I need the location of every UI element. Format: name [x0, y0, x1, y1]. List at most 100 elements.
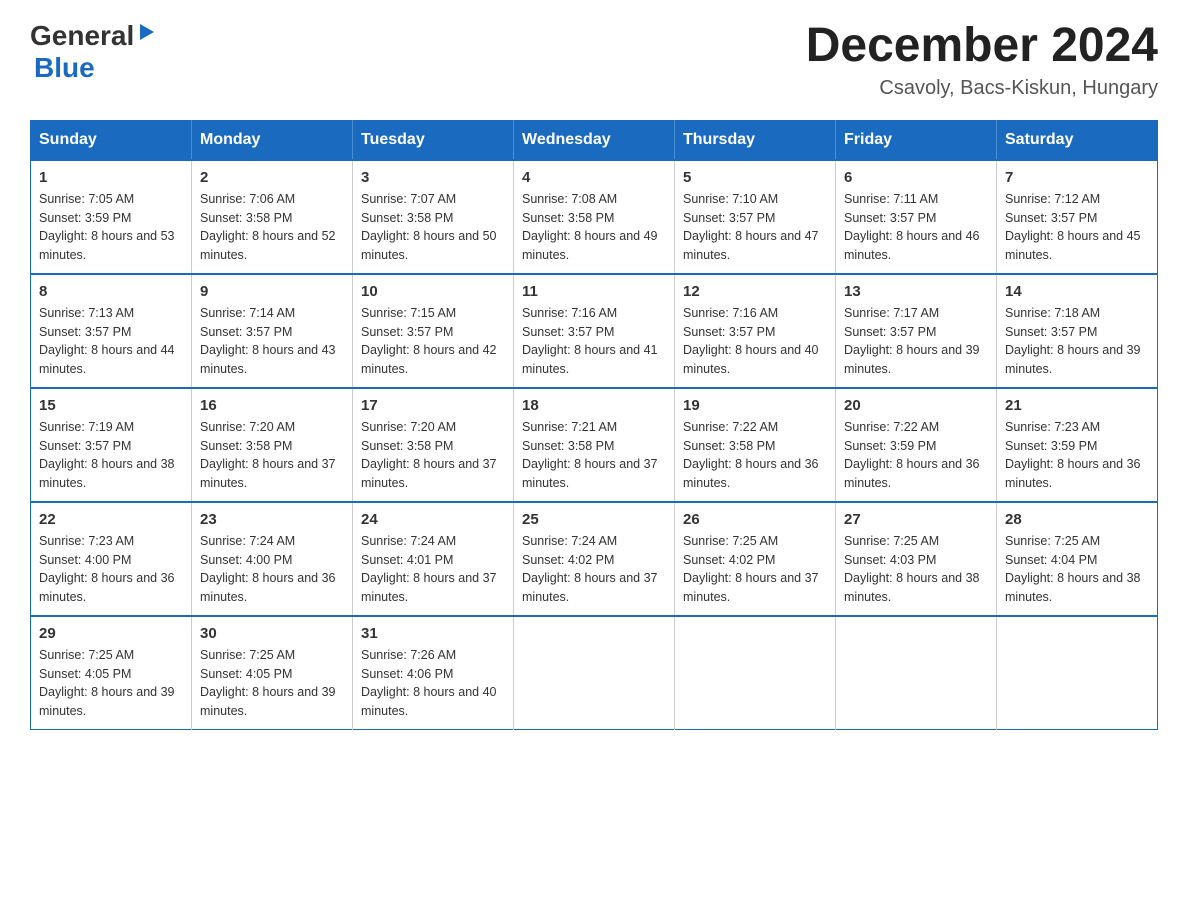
day-info: Sunrise: 7:18 AMSunset: 3:57 PMDaylight:…: [1005, 306, 1141, 376]
day-info: Sunrise: 7:11 AMSunset: 3:57 PMDaylight:…: [844, 192, 980, 262]
calendar-cell: 17 Sunrise: 7:20 AMSunset: 3:58 PMDaylig…: [353, 388, 514, 502]
day-number: 28: [1005, 511, 1149, 528]
day-number: 21: [1005, 397, 1149, 414]
day-number: 14: [1005, 283, 1149, 300]
logo-general: General: [30, 20, 134, 52]
day-info: Sunrise: 7:13 AMSunset: 3:57 PMDaylight:…: [39, 306, 175, 376]
day-info: Sunrise: 7:12 AMSunset: 3:57 PMDaylight:…: [1005, 192, 1141, 262]
calendar-cell: 23 Sunrise: 7:24 AMSunset: 4:00 PMDaylig…: [192, 502, 353, 616]
day-number: 1: [39, 169, 183, 186]
logo-icon: [136, 22, 158, 44]
day-info: Sunrise: 7:10 AMSunset: 3:57 PMDaylight:…: [683, 192, 819, 262]
calendar-cell: 3 Sunrise: 7:07 AMSunset: 3:58 PMDayligh…: [353, 160, 514, 274]
calendar-cell: 30 Sunrise: 7:25 AMSunset: 4:05 PMDaylig…: [192, 616, 353, 730]
calendar-body: 1 Sunrise: 7:05 AMSunset: 3:59 PMDayligh…: [31, 160, 1158, 730]
day-number: 5: [683, 169, 827, 186]
calendar-cell: 28 Sunrise: 7:25 AMSunset: 4:04 PMDaylig…: [997, 502, 1158, 616]
day-info: Sunrise: 7:23 AMSunset: 4:00 PMDaylight:…: [39, 534, 175, 604]
day-info: Sunrise: 7:14 AMSunset: 3:57 PMDaylight:…: [200, 306, 336, 376]
day-info: Sunrise: 7:20 AMSunset: 3:58 PMDaylight:…: [361, 420, 497, 490]
calendar-week-3: 15 Sunrise: 7:19 AMSunset: 3:57 PMDaylig…: [31, 388, 1158, 502]
day-header-wednesday: Wednesday: [514, 120, 675, 160]
day-info: Sunrise: 7:25 AMSunset: 4:03 PMDaylight:…: [844, 534, 980, 604]
calendar-cell: 22 Sunrise: 7:23 AMSunset: 4:00 PMDaylig…: [31, 502, 192, 616]
calendar-cell: 25 Sunrise: 7:24 AMSunset: 4:02 PMDaylig…: [514, 502, 675, 616]
day-info: Sunrise: 7:16 AMSunset: 3:57 PMDaylight:…: [683, 306, 819, 376]
day-number: 20: [844, 397, 988, 414]
day-number: 23: [200, 511, 344, 528]
calendar-cell: 21 Sunrise: 7:23 AMSunset: 3:59 PMDaylig…: [997, 388, 1158, 502]
day-header-tuesday: Tuesday: [353, 120, 514, 160]
calendar-cell: 2 Sunrise: 7:06 AMSunset: 3:58 PMDayligh…: [192, 160, 353, 274]
day-number: 22: [39, 511, 183, 528]
calendar-week-5: 29 Sunrise: 7:25 AMSunset: 4:05 PMDaylig…: [31, 616, 1158, 730]
day-info: Sunrise: 7:22 AMSunset: 3:58 PMDaylight:…: [683, 420, 819, 490]
day-info: Sunrise: 7:24 AMSunset: 4:00 PMDaylight:…: [200, 534, 336, 604]
calendar-cell: [675, 616, 836, 730]
month-title: December 2024: [806, 20, 1158, 73]
day-number: 17: [361, 397, 505, 414]
day-number: 15: [39, 397, 183, 414]
logo-blue: Blue: [34, 52, 95, 84]
calendar-cell: 15 Sunrise: 7:19 AMSunset: 3:57 PMDaylig…: [31, 388, 192, 502]
day-info: Sunrise: 7:22 AMSunset: 3:59 PMDaylight:…: [844, 420, 980, 490]
day-number: 26: [683, 511, 827, 528]
calendar-cell: 14 Sunrise: 7:18 AMSunset: 3:57 PMDaylig…: [997, 274, 1158, 388]
day-number: 12: [683, 283, 827, 300]
calendar-cell: 12 Sunrise: 7:16 AMSunset: 3:57 PMDaylig…: [675, 274, 836, 388]
calendar-cell: 10 Sunrise: 7:15 AMSunset: 3:57 PMDaylig…: [353, 274, 514, 388]
day-info: Sunrise: 7:16 AMSunset: 3:57 PMDaylight:…: [522, 306, 658, 376]
day-info: Sunrise: 7:25 AMSunset: 4:05 PMDaylight:…: [39, 648, 175, 718]
calendar-week-4: 22 Sunrise: 7:23 AMSunset: 4:00 PMDaylig…: [31, 502, 1158, 616]
day-header-sunday: Sunday: [31, 120, 192, 160]
day-number: 7: [1005, 169, 1149, 186]
calendar-cell: 20 Sunrise: 7:22 AMSunset: 3:59 PMDaylig…: [836, 388, 997, 502]
day-header-thursday: Thursday: [675, 120, 836, 160]
day-number: 8: [39, 283, 183, 300]
day-info: Sunrise: 7:24 AMSunset: 4:01 PMDaylight:…: [361, 534, 497, 604]
day-number: 18: [522, 397, 666, 414]
calendar-cell: 13 Sunrise: 7:17 AMSunset: 3:57 PMDaylig…: [836, 274, 997, 388]
calendar-cell: 31 Sunrise: 7:26 AMSunset: 4:06 PMDaylig…: [353, 616, 514, 730]
day-number: 16: [200, 397, 344, 414]
day-number: 11: [522, 283, 666, 300]
day-info: Sunrise: 7:24 AMSunset: 4:02 PMDaylight:…: [522, 534, 658, 604]
day-number: 3: [361, 169, 505, 186]
day-info: Sunrise: 7:23 AMSunset: 3:59 PMDaylight:…: [1005, 420, 1141, 490]
day-headers-row: SundayMondayTuesdayWednesdayThursdayFrid…: [31, 120, 1158, 160]
day-info: Sunrise: 7:15 AMSunset: 3:57 PMDaylight:…: [361, 306, 497, 376]
title-block: December 2024 Csavoly, Bacs-Kiskun, Hung…: [806, 20, 1158, 100]
day-number: 6: [844, 169, 988, 186]
calendar-header: SundayMondayTuesdayWednesdayThursdayFrid…: [31, 120, 1158, 160]
day-number: 19: [683, 397, 827, 414]
calendar-cell: 11 Sunrise: 7:16 AMSunset: 3:57 PMDaylig…: [514, 274, 675, 388]
calendar-cell: 19 Sunrise: 7:22 AMSunset: 3:58 PMDaylig…: [675, 388, 836, 502]
calendar-cell: 26 Sunrise: 7:25 AMSunset: 4:02 PMDaylig…: [675, 502, 836, 616]
day-number: 27: [844, 511, 988, 528]
day-info: Sunrise: 7:17 AMSunset: 3:57 PMDaylight:…: [844, 306, 980, 376]
calendar-week-1: 1 Sunrise: 7:05 AMSunset: 3:59 PMDayligh…: [31, 160, 1158, 274]
calendar-cell: 18 Sunrise: 7:21 AMSunset: 3:58 PMDaylig…: [514, 388, 675, 502]
day-info: Sunrise: 7:08 AMSunset: 3:58 PMDaylight:…: [522, 192, 658, 262]
day-info: Sunrise: 7:19 AMSunset: 3:57 PMDaylight:…: [39, 420, 175, 490]
calendar-cell: 9 Sunrise: 7:14 AMSunset: 3:57 PMDayligh…: [192, 274, 353, 388]
calendar-cell: 8 Sunrise: 7:13 AMSunset: 3:57 PMDayligh…: [31, 274, 192, 388]
day-info: Sunrise: 7:05 AMSunset: 3:59 PMDaylight:…: [39, 192, 175, 262]
day-number: 2: [200, 169, 344, 186]
day-number: 24: [361, 511, 505, 528]
calendar-week-2: 8 Sunrise: 7:13 AMSunset: 3:57 PMDayligh…: [31, 274, 1158, 388]
day-number: 29: [39, 625, 183, 642]
day-number: 25: [522, 511, 666, 528]
day-header-monday: Monday: [192, 120, 353, 160]
day-number: 30: [200, 625, 344, 642]
calendar-cell: 29 Sunrise: 7:25 AMSunset: 4:05 PMDaylig…: [31, 616, 192, 730]
calendar-cell: 24 Sunrise: 7:24 AMSunset: 4:01 PMDaylig…: [353, 502, 514, 616]
day-info: Sunrise: 7:25 AMSunset: 4:02 PMDaylight:…: [683, 534, 819, 604]
calendar-cell: 27 Sunrise: 7:25 AMSunset: 4:03 PMDaylig…: [836, 502, 997, 616]
day-info: Sunrise: 7:20 AMSunset: 3:58 PMDaylight:…: [200, 420, 336, 490]
day-number: 13: [844, 283, 988, 300]
day-info: Sunrise: 7:25 AMSunset: 4:05 PMDaylight:…: [200, 648, 336, 718]
location-subtitle: Csavoly, Bacs-Kiskun, Hungary: [806, 77, 1158, 100]
day-info: Sunrise: 7:07 AMSunset: 3:58 PMDaylight:…: [361, 192, 497, 262]
calendar-table: SundayMondayTuesdayWednesdayThursdayFrid…: [30, 120, 1158, 730]
